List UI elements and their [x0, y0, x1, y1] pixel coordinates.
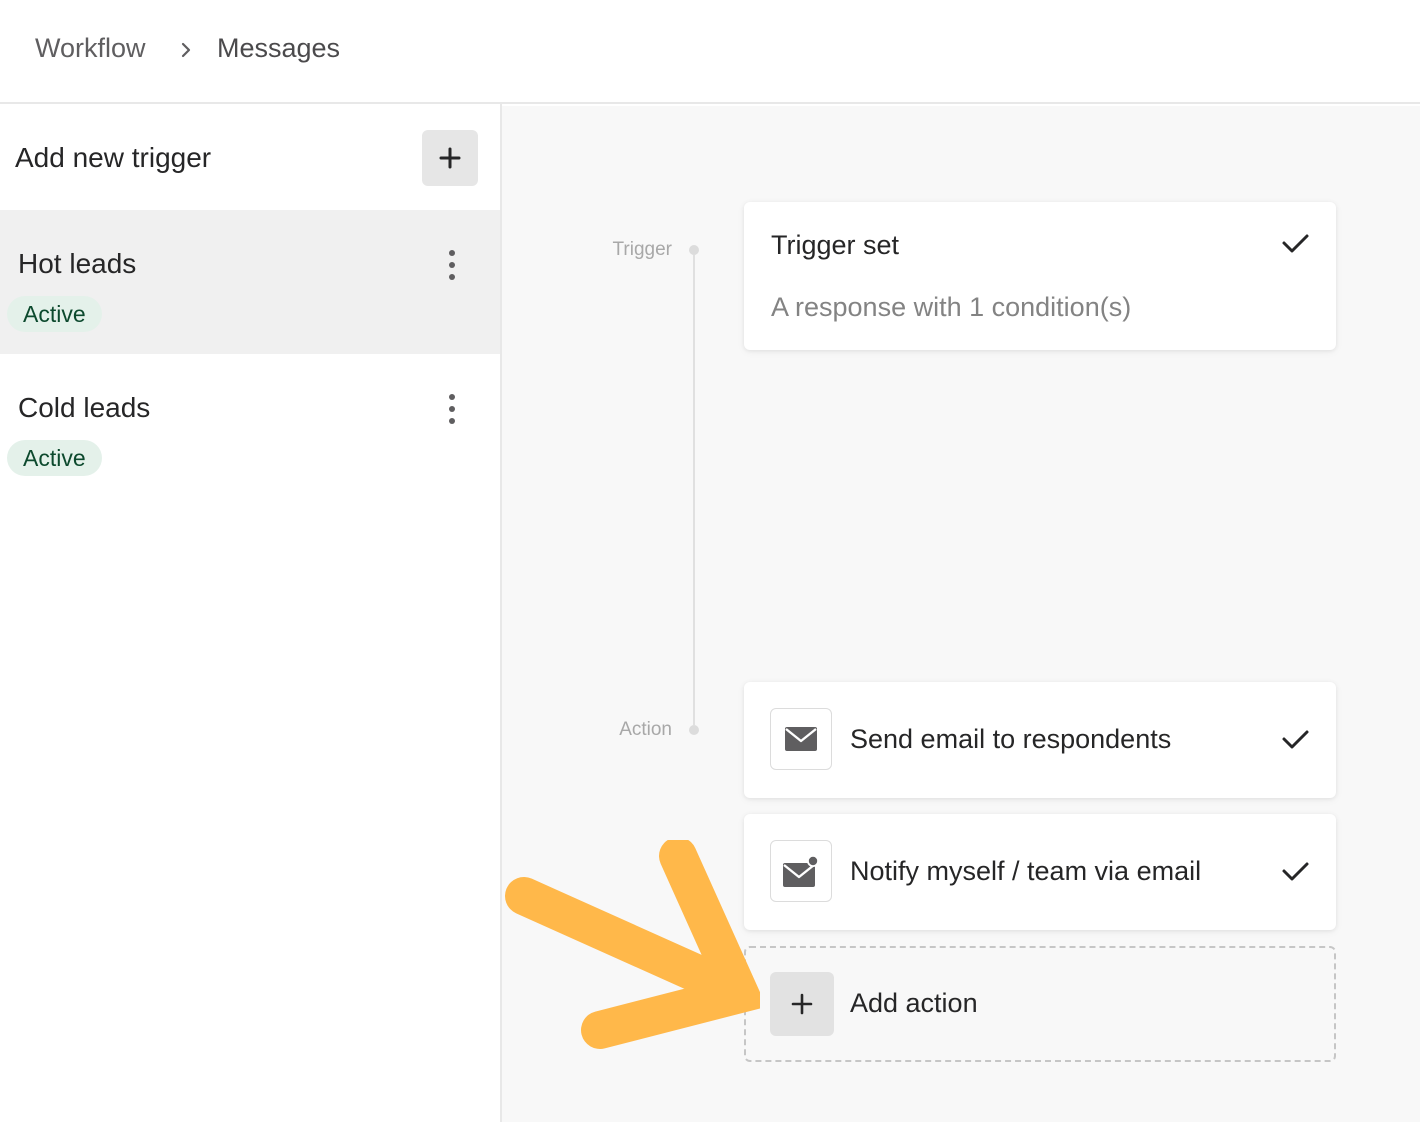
trigger-name: Hot leads [18, 248, 137, 279]
trigger-item-hot-leads[interactable]: Hot leads Active [0, 210, 500, 354]
trigger-sidebar: Add new trigger Hot leads Active Cold le… [0, 104, 502, 1122]
add-action-label: Add action [850, 988, 978, 1018]
check-icon [1282, 234, 1309, 253]
annotation-arrow-icon [505, 840, 760, 1049]
timeline-dot [689, 245, 699, 255]
add-action-dropzone[interactable]: Add action [744, 946, 1336, 1062]
action-card-send-email[interactable]: Send email to respondents [744, 682, 1336, 798]
stage-label-action: Action [619, 719, 672, 740]
top-header: Workflow Messages [0, 0, 1420, 104]
add-action-button[interactable] [770, 972, 834, 1036]
plus-icon [439, 147, 461, 169]
status-badge: Active [7, 440, 102, 476]
timeline-dot [689, 725, 699, 735]
action-card-notify-team[interactable]: Notify myself / team via email [744, 814, 1336, 930]
trigger-card-subtitle: A response with 1 condition(s) [771, 292, 1132, 322]
action-label: Notify myself / team via email [850, 856, 1202, 886]
add-trigger-button[interactable] [422, 130, 478, 186]
add-trigger-label: Add new trigger [15, 142, 212, 173]
action-label: Send email to respondents [850, 724, 1172, 754]
status-badge: Active [7, 296, 102, 332]
stage-label-trigger: Trigger [612, 239, 672, 260]
trigger-item-cold-leads[interactable]: Cold leads Active [0, 354, 500, 498]
trigger-card-title: Trigger set [771, 230, 900, 260]
timeline-line [693, 255, 695, 725]
more-options-icon[interactable] [440, 392, 464, 426]
plus-icon [791, 993, 813, 1015]
envelope-icon [770, 708, 832, 770]
breadcrumb-messages: Messages [217, 33, 341, 63]
chevron-right-icon [181, 42, 191, 58]
trigger-card[interactable]: Trigger set A response with 1 condition(… [744, 202, 1336, 350]
check-icon [1282, 730, 1309, 749]
check-icon [1282, 862, 1309, 881]
more-options-icon[interactable] [440, 248, 464, 282]
trigger-name: Cold leads [18, 392, 151, 423]
breadcrumb-workflow[interactable]: Workflow [35, 33, 146, 64]
envelope-notify-icon [770, 840, 832, 902]
